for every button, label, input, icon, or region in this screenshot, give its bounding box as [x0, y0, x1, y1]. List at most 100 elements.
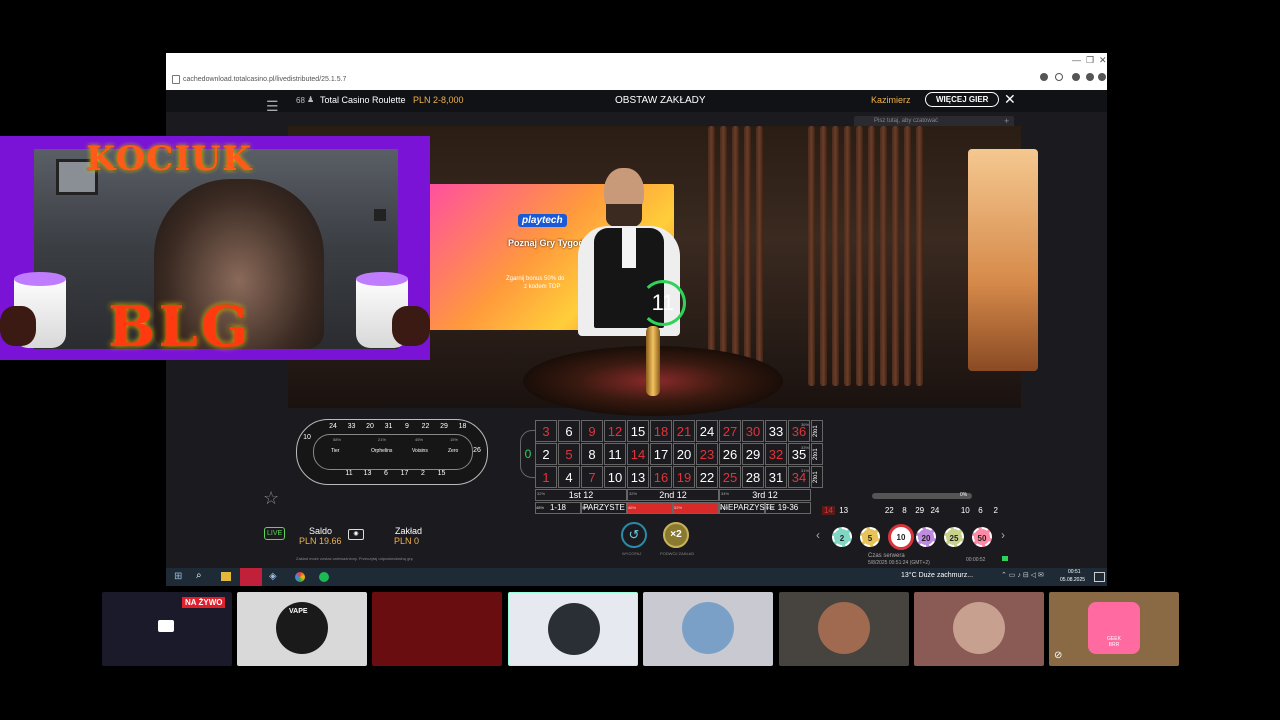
bet-number[interactable]: 15: [627, 420, 649, 442]
bet-number[interactable]: 24: [696, 420, 718, 442]
bet-dozen[interactable]: 2nd 12: [627, 489, 719, 501]
bet-number[interactable]: 3: [535, 420, 557, 442]
maximize-icon[interactable]: ❐: [1086, 55, 1094, 66]
weather-text[interactable]: 13°C Duże zachmurz...: [901, 572, 973, 579]
racetrack-left[interactable]: 10: [301, 434, 313, 441]
racetrack-number[interactable]: 29: [438, 423, 450, 430]
bet-number[interactable]: 13: [627, 466, 649, 488]
chrome-icon[interactable]: [295, 572, 305, 582]
bet-number[interactable]: 31: [765, 466, 787, 488]
undo-button[interactable]: ↺: [621, 522, 647, 548]
racetrack-number[interactable]: 18: [457, 423, 469, 430]
bet-number[interactable]: 9: [581, 420, 603, 442]
settings-icon[interactable]: [1086, 73, 1094, 81]
cash-icon[interactable]: ◉: [348, 529, 364, 540]
section-tier[interactable]: Tier: [331, 448, 339, 454]
close-game-icon[interactable]: ✕: [1004, 91, 1016, 108]
bet-number[interactable]: 16: [650, 466, 672, 488]
active-app-icon[interactable]: [240, 568, 262, 586]
racetrack-number[interactable]: 33: [346, 423, 358, 430]
notification-icon[interactable]: [1094, 572, 1105, 582]
bet-number[interactable]: 32: [765, 443, 787, 465]
double-button[interactable]: ×2: [663, 522, 689, 548]
racetrack-number[interactable]: 17: [399, 470, 411, 477]
menu-icon[interactable]: ☰: [266, 98, 279, 115]
bet-number[interactable]: 23: [696, 443, 718, 465]
participant-tile[interactable]: [779, 592, 909, 666]
bet-number[interactable]: 11: [604, 443, 626, 465]
participant-tile[interactable]: NA ŻYWO: [102, 592, 232, 666]
minimize-icon[interactable]: —: [1072, 55, 1081, 65]
participant-tile[interactable]: [643, 592, 773, 666]
bet-number[interactable]: 6: [558, 420, 580, 442]
bet-number[interactable]: 8: [581, 443, 603, 465]
chip-10[interactable]: 10: [888, 524, 914, 550]
section-orphelins[interactable]: Orphelins: [371, 448, 392, 454]
chips-next-icon[interactable]: ›: [1001, 528, 1005, 542]
bet-number[interactable]: 18: [650, 420, 672, 442]
participant-tile[interactable]: VAPE: [237, 592, 367, 666]
file-explorer-icon[interactable]: [221, 572, 231, 581]
participant-tile[interactable]: [914, 592, 1044, 666]
bet-number[interactable]: 17: [650, 443, 672, 465]
bet-number[interactable]: 22: [696, 466, 718, 488]
bet-number[interactable]: 28: [742, 466, 764, 488]
racetrack-number[interactable]: 22: [420, 423, 432, 430]
bet-column[interactable]: 2to1: [811, 443, 823, 465]
more-games-button[interactable]: WIĘCEJ GIER: [925, 92, 1000, 107]
racetrack-number[interactable]: 2: [417, 470, 429, 477]
section-voisins[interactable]: Voisins: [412, 448, 428, 454]
url-text[interactable]: cachedownload.totalcasino.pl/livedistrib…: [183, 76, 346, 83]
chat-add-icon[interactable]: +: [1004, 116, 1009, 126]
bet-number[interactable]: 21: [673, 420, 695, 442]
bet-number[interactable]: 29: [742, 443, 764, 465]
bet-number[interactable]: 5: [558, 443, 580, 465]
bet-number[interactable]: 14: [627, 443, 649, 465]
play-icon[interactable]: [1055, 73, 1063, 81]
bet-number[interactable]: 27: [719, 420, 741, 442]
racetrack-number[interactable]: 24: [327, 423, 339, 430]
bet-number[interactable]: 20: [673, 443, 695, 465]
bet-number[interactable]: 1: [535, 466, 557, 488]
section-zero[interactable]: Zero: [448, 448, 458, 454]
racetrack-number[interactable]: 11: [343, 470, 355, 477]
racetrack[interactable]: 24 33 20 31 9 22 29 18 11 13 6 17 2 15 10 26 Tier Or…: [296, 419, 488, 485]
racetrack-number[interactable]: 9: [401, 423, 413, 430]
tray-icons[interactable]: ⌃ ▭ ♪ ⊟ ◁ ✉: [1001, 571, 1044, 579]
bet-column[interactable]: 2to1: [811, 466, 823, 488]
bet-number[interactable]: 25: [719, 466, 741, 488]
participant-tile[interactable]: [508, 592, 638, 666]
chips-prev-icon[interactable]: ‹: [816, 528, 820, 542]
racetrack-number[interactable]: 15: [436, 470, 448, 477]
bet-number[interactable]: 30: [742, 420, 764, 442]
racetrack-number[interactable]: 6: [380, 470, 392, 477]
steam-icon[interactable]: ◈: [269, 571, 277, 582]
participant-tile[interactable]: GEEK BRR ⊘: [1049, 592, 1179, 666]
chip-2[interactable]: 2: [832, 527, 852, 547]
bet-dozen[interactable]: 1st 12: [535, 489, 627, 501]
download-icon[interactable]: [1098, 73, 1106, 81]
bet-dozen[interactable]: 3rd 12: [719, 489, 811, 501]
close-window-icon[interactable]: ✕: [1099, 55, 1107, 66]
bet-number[interactable]: 10: [604, 466, 626, 488]
live-icon[interactable]: LIVE: [264, 527, 286, 540]
bet-number[interactable]: 7: [581, 466, 603, 488]
spotify-icon[interactable]: [319, 572, 329, 582]
chip-20[interactable]: 20: [916, 527, 936, 547]
participant-tile[interactable]: [372, 592, 502, 666]
chip-25[interactable]: 25: [944, 527, 964, 547]
windows-start-icon[interactable]: ⊞: [174, 571, 182, 582]
racetrack-number[interactable]: 20: [364, 423, 376, 430]
bet-zero[interactable]: 0: [520, 430, 536, 478]
racetrack-number[interactable]: 13: [362, 470, 374, 477]
shield-icon[interactable]: [1040, 73, 1048, 81]
chip-50[interactable]: 50: [972, 527, 992, 547]
bet-number[interactable]: 4: [558, 466, 580, 488]
search-icon[interactable]: ⌕: [196, 570, 202, 581]
address-bar[interactable]: cachedownload.totalcasino.pl/livedistrib…: [166, 53, 1107, 90]
bet-number[interactable]: 12: [604, 420, 626, 442]
favorite-star-icon[interactable]: ☆: [263, 488, 279, 509]
bet-column[interactable]: 2to1: [811, 420, 823, 442]
racetrack-number[interactable]: 31: [383, 423, 395, 430]
chip-5[interactable]: 5: [860, 527, 880, 547]
